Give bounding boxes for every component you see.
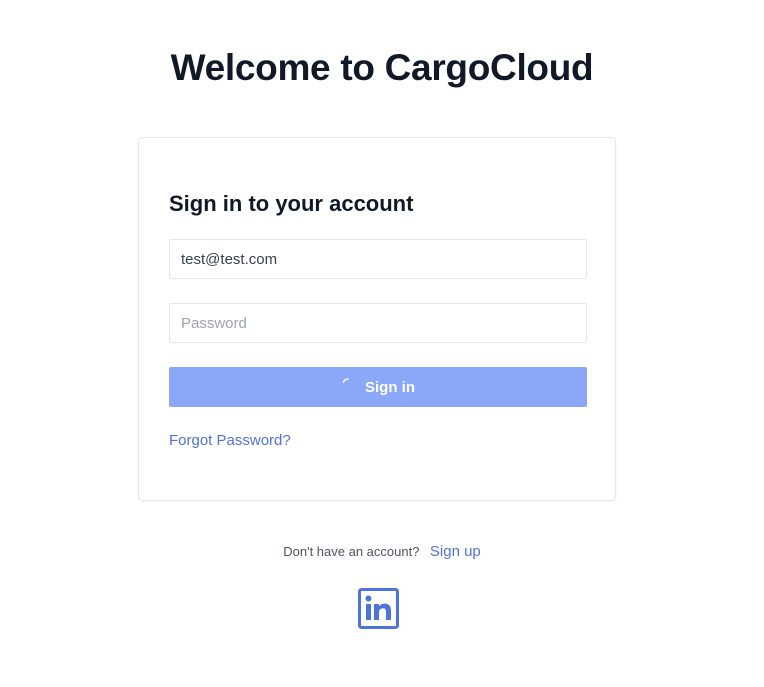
forgot-password-link[interactable]: Forgot Password? (169, 431, 291, 451)
sign-up-link[interactable]: Sign up (430, 543, 481, 560)
email-field[interactable] (169, 239, 587, 279)
linkedin-icon[interactable] (358, 588, 399, 629)
signup-row: Don't have an account? Sign up (0, 541, 764, 563)
loading-spinner-icon (342, 378, 349, 383)
page-title: Welcome to CargoCloud (170, 47, 594, 88)
card-title: Sign in to your account (169, 191, 414, 216)
sign-in-label: Sign in (365, 378, 415, 396)
signup-prompt: Don't have an account? (283, 544, 420, 559)
login-card: Sign in to your account Sign in Forgot P… (138, 137, 616, 501)
password-field[interactable] (169, 303, 587, 343)
sign-in-button[interactable]: Sign in (169, 367, 587, 407)
